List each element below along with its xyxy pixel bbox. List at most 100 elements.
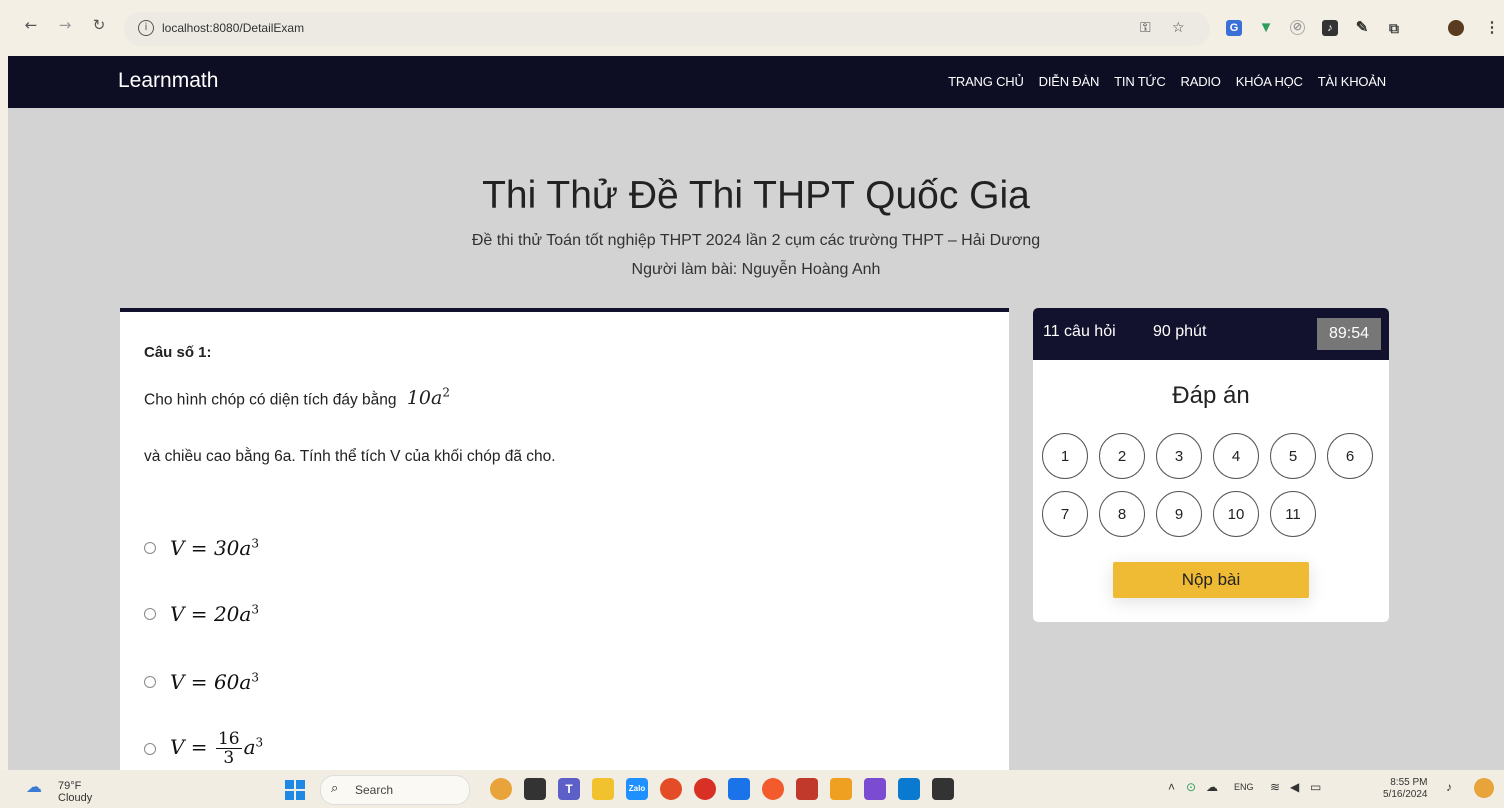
menu-item-forum[interactable]: DIỄN ĐÀN	[1039, 74, 1100, 89]
page-content: Thi Thử Đề Thi THPT Quốc Gia Đề thi thử …	[8, 108, 1504, 770]
postman-icon[interactable]	[762, 778, 784, 800]
weather-condition: Cloudy	[58, 792, 93, 804]
question-nav-3[interactable]: 3	[1156, 433, 1202, 479]
option-exp: 3	[251, 602, 259, 617]
notification-bell-icon[interactable]: ♪	[1446, 780, 1452, 794]
answer-option-3[interactable]: V = 60a3	[144, 670, 259, 694]
file-explorer-icon[interactable]	[592, 778, 614, 800]
battery-icon[interactable]: ▭	[1310, 780, 1321, 794]
option-exp: 3	[251, 670, 259, 685]
menu-item-radio[interactable]: RADIO	[1181, 74, 1221, 89]
question-nav-10[interactable]: 10	[1213, 491, 1259, 537]
chevron-up-icon[interactable]: ˄	[1168, 780, 1175, 794]
task-view-icon[interactable]	[524, 778, 546, 800]
taskbar-search[interactable]: ⌕ Search	[320, 775, 470, 805]
question-nav-1[interactable]: 1	[1042, 433, 1088, 479]
music-extension-icon[interactable]: ♪	[1322, 20, 1338, 36]
git-icon[interactable]	[796, 778, 818, 800]
site-info-icon[interactable]: i	[138, 20, 154, 36]
blocker-extension-icon[interactable]: ⊘	[1290, 20, 1305, 35]
more-menu-icon[interactable]: ⋮	[1484, 20, 1500, 36]
radio-button[interactable]	[144, 676, 156, 688]
submit-button[interactable]: Nộp bài	[1113, 562, 1309, 598]
widget-app-icon[interactable]	[490, 778, 512, 800]
question-nav-11[interactable]: 11	[1270, 491, 1316, 537]
address-bar[interactable]: i localhost:8080/DetailExam ⚿ ☆	[124, 12, 1210, 46]
figma-icon[interactable]	[830, 778, 852, 800]
exam-subtitle: Đề thi thử Toán tốt nghiệp THPT 2024 lần…	[471, 232, 1041, 249]
site-header: Learnmath TRANG CHỦ DIỄN ĐÀN TIN TỨC RAD…	[8, 56, 1504, 108]
math-base: 10a	[406, 387, 443, 410]
answer-panel: 11 câu hỏi 90 phút 89:54 Đáp án 1 2 3 4 …	[1033, 308, 1389, 622]
weather-text: 79°F Cloudy	[58, 780, 92, 804]
question-math: 10a2	[406, 386, 450, 410]
back-icon[interactable]: ←	[20, 14, 42, 36]
question-nav-7[interactable]: 7	[1042, 491, 1088, 537]
option-coef: 60a	[213, 670, 252, 694]
option-lhs: V	[170, 735, 185, 759]
terminal-icon[interactable]	[932, 778, 954, 800]
star-icon[interactable]: ☆	[1172, 20, 1185, 36]
option-coef: a	[243, 735, 256, 759]
menu-item-news[interactable]: TIN TỨC	[1114, 74, 1166, 89]
chrome-active-icon[interactable]	[694, 778, 716, 800]
answer-option-4[interactable]: V = 16 3 a3	[144, 730, 263, 767]
onedrive-icon[interactable]: ☁	[1206, 780, 1218, 794]
clock-date: 5/16/2024	[1383, 789, 1428, 800]
forward-icon[interactable]: →	[54, 14, 76, 36]
radio-button[interactable]	[144, 542, 156, 554]
vs-icon[interactable]	[864, 778, 886, 800]
zalo-icon[interactable]: Zalo	[626, 778, 648, 800]
answers-title: Đáp án	[1172, 382, 1250, 409]
panel-header: 11 câu hỏi 90 phút 89:54	[1033, 308, 1389, 360]
menu-item-home[interactable]: TRANG CHỦ	[948, 74, 1024, 89]
volume-icon[interactable]: ◀	[1290, 780, 1299, 794]
answer-option-2[interactable]: V = 20a3	[144, 602, 259, 626]
menu-item-account[interactable]: TÀI KHOẢN	[1318, 74, 1386, 89]
question-nav-9[interactable]: 9	[1156, 491, 1202, 537]
question-nav-5[interactable]: 5	[1270, 433, 1316, 479]
address-url[interactable]: localhost:8080/DetailExam	[162, 21, 304, 35]
menu-item-courses[interactable]: KHÓA HỌC	[1236, 74, 1303, 89]
radio-button[interactable]	[144, 742, 156, 755]
extensions-puzzle-icon[interactable]: ⧉	[1386, 20, 1402, 36]
question-text-line1: Cho hình chóp có diện tích đáy bằng 10a2	[144, 386, 450, 409]
vue-extension-icon[interactable]: ▼	[1258, 20, 1274, 36]
network-tray-icon[interactable]: ⊙	[1186, 780, 1196, 794]
option-fraction: 16 3	[215, 730, 242, 767]
question-nav-4[interactable]: 4	[1213, 433, 1259, 479]
browser-toolbar: ← → ↻ i localhost:8080/DetailExam ⚿ ☆ G …	[0, 0, 1504, 56]
option-label[interactable]: V = 20a3	[170, 602, 259, 626]
question-nav-8[interactable]: 8	[1099, 491, 1145, 537]
option-lhs: V	[170, 536, 185, 560]
cloud-icon: ☁	[26, 779, 42, 796]
question-card: Câu số 1: Cho hình chóp có diện tích đáy…	[120, 308, 1009, 770]
outlook-icon[interactable]	[728, 778, 750, 800]
profile-avatar-icon[interactable]	[1448, 20, 1464, 36]
question-text: Cho hình chóp có diện tích đáy bằng	[144, 391, 397, 409]
system-clock[interactable]: 8:55 PM 5/16/2024	[1383, 777, 1428, 801]
question-nav-6[interactable]: 6	[1327, 433, 1373, 479]
option-coef: 30a	[213, 536, 252, 560]
copilot-icon[interactable]	[1474, 778, 1494, 798]
radio-button[interactable]	[144, 608, 156, 620]
windows-start-icon[interactable]	[285, 780, 305, 800]
reload-icon[interactable]: ↻	[88, 14, 110, 36]
wifi-icon[interactable]: ≋	[1270, 780, 1280, 794]
chrome-icon[interactable]	[660, 778, 682, 800]
option-label[interactable]: V = 16 3 a3	[170, 730, 263, 767]
option-eq: =	[184, 735, 214, 759]
answer-option-1[interactable]: V = 30a3	[144, 536, 259, 560]
question-nav-2[interactable]: 2	[1099, 433, 1145, 479]
brand-logo[interactable]: Learnmath	[118, 69, 218, 93]
vscode-icon[interactable]	[898, 778, 920, 800]
teams-icon[interactable]: T	[558, 778, 580, 800]
math-exp: 2	[442, 386, 450, 400]
option-eq: =	[184, 602, 214, 626]
option-label[interactable]: V = 30a3	[170, 536, 259, 560]
language-indicator[interactable]: ENG	[1234, 782, 1254, 792]
translate-extension-icon[interactable]: G	[1226, 20, 1242, 36]
key-icon[interactable]: ⚿	[1140, 20, 1151, 36]
eyedropper-extension-icon[interactable]: ✎	[1354, 20, 1370, 36]
option-label[interactable]: V = 60a3	[170, 670, 259, 694]
